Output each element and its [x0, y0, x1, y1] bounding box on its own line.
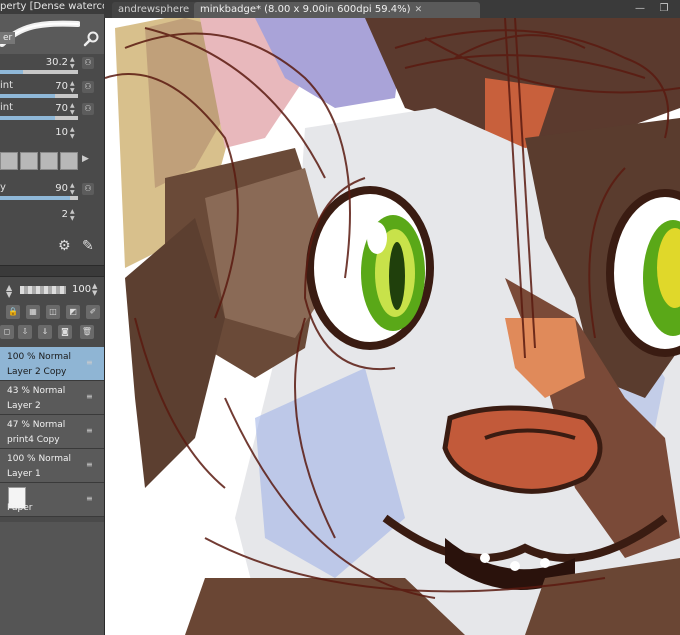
spin-arrows-icon[interactable]: ▲ ▼ [70, 80, 78, 94]
document-tab-bar: andrewsphere minkbadge* (8.00 x 9.00in 6… [104, 0, 680, 18]
new-layer-icon[interactable]: ◻ [0, 325, 14, 339]
swatch[interactable] [60, 152, 78, 170]
chevron-right-icon[interactable]: ▶ [82, 154, 89, 164]
tab-minkbadge[interactable]: minkbadge* (8.00 x 9.00in 600dpi 59.4%) ✕ [194, 2, 480, 18]
layer-opacity-value[interactable]: 100 [72, 284, 91, 295]
spin-arrows-icon[interactable]: ▲ ▼ [70, 208, 78, 222]
panel-empty-area [0, 522, 104, 635]
layer-list: 100 % Normal Layer 2 Copy ≡ 43 % Normal … [0, 347, 104, 522]
param-slider[interactable] [0, 94, 78, 98]
layer-mode: 100 % Normal [7, 352, 72, 362]
layer-toolbar: 🔒 ▦ ◫ ◩ ✐ ◻ ⇩ ⇓ ◙ 🗑 [0, 303, 104, 345]
app-window: perty [Dense watercolo er 30.2 ▲▼ ⚇ int … [0, 0, 680, 635]
param-slider[interactable] [0, 70, 78, 74]
param-paint-density[interactable]: int 70 ▲ ▼ ⚇ [0, 102, 104, 124]
tool-property-footer: ⚙ ✎ [0, 232, 104, 262]
param-slider[interactable] [0, 116, 78, 120]
menu-icon[interactable]: ≡ [86, 359, 94, 367]
layer-name: Layer 2 Copy [7, 367, 67, 377]
brush-preview-strip[interactable]: er [0, 14, 104, 54]
artwork [105, 18, 680, 635]
swatch[interactable] [0, 152, 18, 170]
swatch[interactable] [20, 152, 38, 170]
param-label: int [0, 80, 14, 91]
param-value[interactable]: 70 [55, 103, 68, 115]
param-brush-size[interactable]: 30.2 ▲ ▼ ⚇ [0, 56, 104, 78]
param-value[interactable]: 70 [55, 81, 68, 93]
param-slider[interactable] [0, 196, 78, 200]
layer-name: Layer 1 [7, 469, 41, 479]
param-blend[interactable]: 10 ▲ ▼ [0, 126, 104, 148]
param-value[interactable]: 2 [62, 209, 68, 221]
param-value[interactable]: 30.2 [46, 57, 68, 69]
layer-row[interactable]: 47 % Normal print4 Copy ≡ [0, 415, 104, 449]
drawing-canvas[interactable] [105, 18, 680, 635]
pressure-icon[interactable]: ⚇ [82, 57, 94, 69]
param-stabilization[interactable]: 2 ▲ ▼ [0, 208, 104, 230]
search-icon[interactable] [82, 30, 100, 48]
tool-property-title: perty [Dense watercolo [0, 0, 104, 14]
camera-icon[interactable]: ◙ [58, 325, 72, 339]
brush-name-tag: er [0, 32, 16, 44]
spin-arrows-icon[interactable]: ▲ ▼ [70, 126, 78, 140]
swatch[interactable] [40, 152, 58, 170]
wrench-icon[interactable]: ✎ [82, 238, 94, 254]
menu-icon[interactable]: ≡ [86, 393, 94, 401]
layer-row[interactable]: 43 % Normal Layer 2 ≡ [0, 381, 104, 415]
param-label: y [0, 182, 6, 193]
tab-label: minkbadge* (8.00 x 9.00in 600dpi 59.4%) [200, 4, 411, 15]
spin-arrows-icon[interactable]: ▲ ▼ [70, 182, 78, 196]
pressure-icon[interactable]: ⚇ [82, 81, 94, 93]
layer-name: Paper [7, 503, 33, 513]
param-opacity[interactable]: y 90 ▲ ▼ ⚇ [0, 182, 104, 204]
merge-icon[interactable]: ⇓ [38, 325, 52, 339]
panel-divider [0, 265, 104, 277]
menu-icon[interactable]: ≡ [86, 427, 94, 435]
pressure-icon[interactable]: ⚇ [82, 183, 94, 195]
layer-mode: 43 % Normal [7, 386, 66, 396]
pressure-icon[interactable]: ⚇ [82, 103, 94, 115]
menu-icon[interactable]: ≡ [86, 495, 94, 503]
layer-name: print4 Copy [7, 435, 60, 445]
texture-swatches[interactable]: ▶ [0, 152, 104, 172]
settings-icon[interactable]: ⚙ [58, 238, 71, 254]
close-icon[interactable]: ✕ [415, 2, 423, 18]
lock-icon[interactable]: 🔒 [6, 305, 20, 319]
param-value[interactable]: 10 [55, 127, 68, 139]
trash-icon[interactable]: 🗑 [80, 325, 94, 339]
spin-arrows-icon[interactable]: ▲ ▼ [70, 102, 78, 116]
tab-label: andrewsphere [118, 4, 190, 15]
layer-row[interactable]: 100 % Normal Layer 2 Copy ≡ [0, 347, 104, 381]
layer-mode: 100 % Normal [7, 454, 72, 464]
spin-arrows-icon[interactable]: ▲ ▼ [70, 56, 78, 70]
minimize-icon[interactable]: — [632, 2, 648, 16]
layer-row[interactable]: 100 % Normal Layer 1 ≡ [0, 449, 104, 483]
param-value[interactable]: 90 [55, 183, 68, 195]
param-paint-amount[interactable]: int 70 ▲ ▼ ⚇ [0, 80, 104, 102]
menu-icon[interactable]: ≡ [86, 461, 94, 469]
draft-icon[interactable]: ✐ [86, 305, 100, 319]
spin-arrows-icon[interactable]: ▲ ▼ [92, 283, 97, 297]
transparency-lock-icon[interactable]: ▦ [26, 305, 40, 319]
mask-icon[interactable]: ◩ [66, 305, 80, 319]
left-panel: perty [Dense watercolo er 30.2 ▲▼ ⚇ int … [0, 0, 105, 635]
layer-name: Layer 2 [7, 401, 41, 411]
spin-arrows-icon[interactable]: ▲ ▼ [6, 284, 12, 299]
opacity-slider[interactable] [20, 286, 66, 294]
layer-mode: 47 % Normal [7, 420, 66, 430]
move-down-icon[interactable]: ⇩ [18, 325, 32, 339]
tab-andrewsphere[interactable]: andrewsphere [112, 2, 198, 18]
layer-opacity-row[interactable]: ▲ ▼ 100 ▲ ▼ [0, 282, 104, 300]
restore-icon[interactable]: ❐ [656, 2, 672, 16]
layer-row[interactable]: Paper ≡ [0, 483, 104, 517]
param-label: int [0, 102, 14, 113]
reference-icon[interactable]: ◫ [46, 305, 60, 319]
